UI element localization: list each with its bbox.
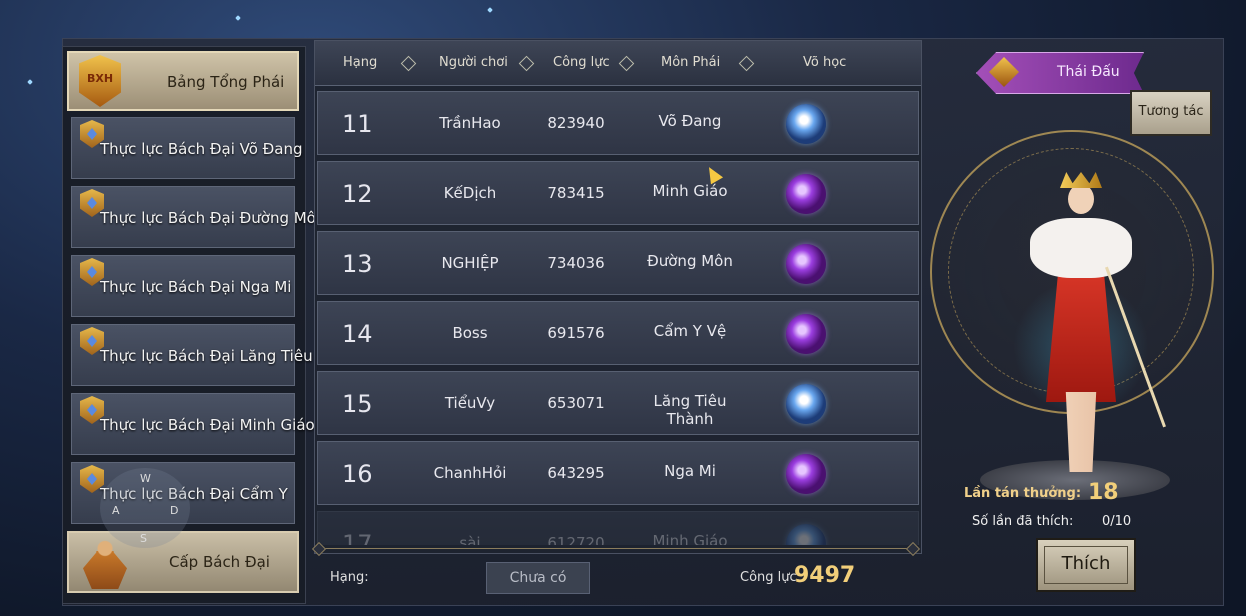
ranking-rows[interactable]: 11 TrầnHao 823940 Võ Đang 12 KếDịch 7834…: [317, 91, 919, 545]
category-label: Thực lực Bách Đại Võ Đang: [100, 140, 303, 158]
row-player: TiểuVy: [444, 394, 496, 412]
martial-skill-icon[interactable]: [786, 174, 826, 214]
category-lang-tieu-button[interactable]: Thực lực Bách Đại Lăng Tiêu: [71, 324, 313, 386]
praise-count-label: Lần tán thưởng:: [964, 486, 1082, 501]
row-power: 643295: [547, 464, 605, 482]
row-power: 823940: [547, 114, 605, 132]
row-school: Minh Giáo: [652, 532, 728, 545]
row-power: 734036: [547, 254, 605, 272]
row-rank: 15: [342, 390, 373, 418]
key-s-label: S: [140, 532, 147, 545]
header-rank: Hạng: [343, 55, 378, 70]
category-vo-dang-button[interactable]: Thực lực Bách Đại Võ Đang: [71, 117, 303, 179]
header-skill: Võ học: [803, 55, 847, 70]
snow-particle: [235, 15, 241, 21]
bxh-badge-icon: BXH: [79, 55, 121, 107]
table-row[interactable]: 16 ChanhHỏi 643295 Nga Mi: [317, 441, 919, 505]
table-header: Hạng Người chơi Công lực Môn Phái Võ học: [315, 41, 921, 86]
row-rank: 12: [342, 180, 373, 208]
character-fur-cape: [1030, 218, 1132, 278]
player-title-banner: Thái Đấu: [976, 52, 1144, 94]
header-divider-icon: [738, 55, 755, 72]
header-player: Người chơi: [439, 55, 508, 70]
row-rank: 16: [342, 460, 373, 488]
header-power: Công lực: [553, 55, 610, 70]
martial-skill-icon[interactable]: [786, 524, 826, 545]
top-player-profile: Thái Đấu Tương tác Lần tán thưởng: 18 Số…: [926, 42, 1222, 602]
character-legs: [1065, 392, 1097, 472]
movement-joystick[interactable]: W A D S: [100, 468, 190, 548]
category-label: Thực lực Bách Đại Nga Mi: [100, 278, 292, 296]
character-crown: [1060, 172, 1102, 188]
key-w-label: W: [140, 472, 151, 485]
table-row[interactable]: 11 TrầnHao 823940 Võ Đang: [317, 91, 919, 155]
table-row[interactable]: 14 Boss 691576 Cẩm Y Vệ: [317, 301, 919, 365]
row-power: 653071: [547, 394, 605, 412]
liked-count-value: 0/10: [1102, 514, 1132, 529]
row-rank: 13: [342, 250, 373, 278]
praise-count-value: 18: [1088, 480, 1119, 505]
martial-skill-icon[interactable]: [786, 244, 826, 284]
row-rank: 17: [342, 530, 373, 545]
table-row[interactable]: 17 sài 612720 Minh Giáo: [317, 511, 919, 545]
row-player: ChanhHỏi: [433, 464, 507, 482]
my-rank-value: Chưa có: [486, 562, 590, 594]
category-nga-mi-button[interactable]: Thực lực Bách Đại Nga Mi: [71, 255, 295, 317]
category-level-button[interactable]: Cấp Bách Đại: [67, 531, 299, 593]
row-player: NGHIỆP: [441, 254, 499, 272]
category-label: Cấp Bách Đại: [169, 553, 270, 571]
monk-avatar-icon: [83, 537, 127, 589]
my-rank-label: Hạng:: [330, 570, 369, 585]
like-button[interactable]: Thích: [1036, 538, 1136, 592]
player-title: Thái Đấu: [1057, 64, 1120, 80]
header-divider-icon: [618, 55, 635, 72]
row-power: 783415: [547, 184, 605, 202]
row-player: TrầnHao: [439, 114, 501, 132]
row-rank: 14: [342, 320, 373, 348]
title-emblem-icon: [989, 57, 1019, 87]
snow-particle: [27, 79, 33, 85]
my-power-label: Công lực:: [740, 570, 802, 585]
category-duong-mon-button[interactable]: Thực lực Bách Đại Đường Môn: [71, 186, 325, 248]
row-school: Đường Môn: [647, 252, 733, 270]
snow-particle: [487, 7, 493, 13]
martial-skill-icon[interactable]: [786, 454, 826, 494]
row-school: Nga Mi: [664, 462, 716, 480]
category-label: Thực lực Bách Đại Đường Môn: [100, 209, 326, 227]
row-school: Lăng Tiêu Thành: [653, 392, 727, 428]
key-a-label: A: [112, 504, 120, 517]
row-power: 612720: [547, 534, 605, 545]
key-d-label: D: [170, 504, 179, 517]
martial-skill-icon[interactable]: [786, 384, 826, 424]
category-label: Thực lực Bách Đại Minh Giáo: [100, 416, 315, 434]
interact-button[interactable]: Tương tác: [1130, 90, 1212, 136]
table-footer-divider: [318, 548, 914, 549]
table-row[interactable]: 12 KếDịch 783415 Minh Giáo: [317, 161, 919, 225]
header-school: Môn Phái: [661, 55, 721, 70]
row-player: KếDịch: [443, 184, 497, 202]
my-power-value: 9497: [794, 563, 856, 588]
row-player: Boss: [452, 324, 488, 342]
row-school: Cẩm Y Vệ: [653, 322, 727, 340]
row-school: Võ Đang: [658, 112, 722, 130]
ranking-table: Hạng Người chơi Công lực Môn Phái Võ học…: [314, 40, 922, 554]
category-overall-button[interactable]: BXH Bảng Tổng Phái: [67, 51, 299, 111]
header-divider-icon: [400, 55, 417, 72]
category-minh-giao-button[interactable]: Thực lực Bách Đại Minh Giáo: [71, 393, 315, 455]
liked-count-label: Số lần đã thích:: [972, 514, 1074, 529]
martial-skill-icon[interactable]: [786, 104, 826, 144]
table-row[interactable]: 15 TiểuVy 653071 Lăng Tiêu Thành: [317, 371, 919, 435]
row-player: sài: [459, 534, 481, 545]
character-model[interactable]: [1006, 172, 1166, 472]
category-label: Bảng Tổng Phái: [167, 73, 285, 91]
row-rank: 11: [342, 110, 373, 138]
header-divider-icon: [518, 55, 535, 72]
row-power: 691576: [547, 324, 605, 342]
character-head: [1068, 184, 1094, 214]
martial-skill-icon[interactable]: [786, 314, 826, 354]
table-row[interactable]: 13 NGHIỆP 734036 Đường Môn: [317, 231, 919, 295]
row-school: Minh Giáo: [652, 182, 728, 200]
category-label: Thực lực Bách Đại Lăng Tiêu: [100, 347, 313, 365]
